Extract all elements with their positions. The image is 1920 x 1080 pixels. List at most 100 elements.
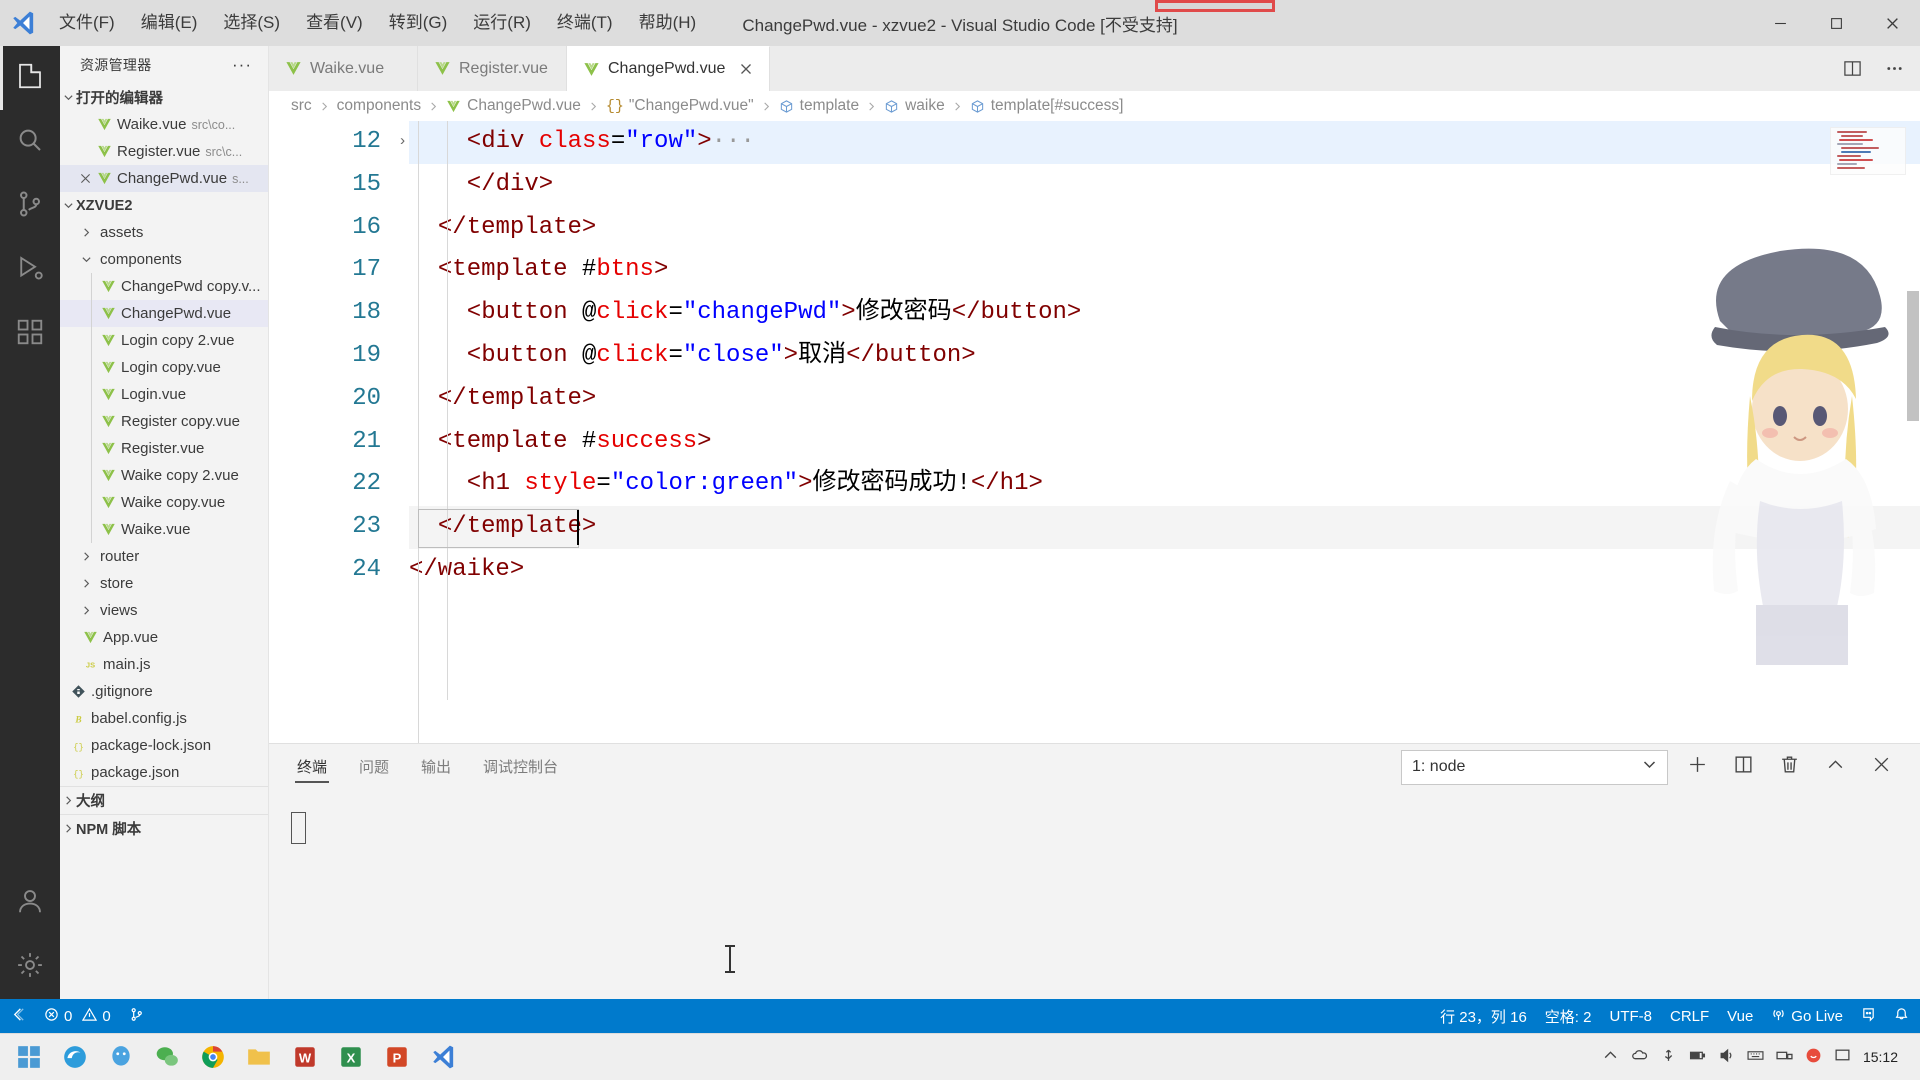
more-actions-icon[interactable] <box>1882 57 1906 81</box>
excel-icon[interactable]: X <box>328 1036 374 1078</box>
tab-changepwd-vue[interactable]: ChangePwd.vue <box>567 46 771 91</box>
activitybar-extensions[interactable] <box>0 302 60 366</box>
status-go-live[interactable]: Go Live <box>1762 999 1852 1033</box>
kill-terminal-button[interactable] <box>1772 750 1806 784</box>
breadcrumb-symbol-waike[interactable]: waike <box>884 97 945 115</box>
folder-icon[interactable] <box>236 1036 282 1078</box>
open-editor-register[interactable]: Register.vue src\c... <box>60 138 268 165</box>
chevron-up-icon[interactable] <box>1602 1047 1619 1068</box>
split-terminal-button[interactable] <box>1726 750 1760 784</box>
tree-item-file[interactable]: Login copy 2.vue <box>60 327 268 354</box>
panel-tab-debug-console[interactable]: 调试控制台 <box>481 752 560 783</box>
sogou-icon[interactable] <box>1805 1047 1822 1068</box>
menu-edit[interactable]: 编辑(E) <box>128 0 211 46</box>
new-terminal-button[interactable] <box>1680 750 1714 784</box>
code-text-area[interactable]: <div class="row">··· </div> </template> <te… <box>389 121 1920 743</box>
word-icon[interactable]: W <box>282 1036 328 1078</box>
tree-item-file[interactable]: Register copy.vue <box>60 408 268 435</box>
tree-item-file[interactable]: Waike copy.vue <box>60 489 268 516</box>
chrome-icon[interactable] <box>190 1036 236 1078</box>
qq-icon[interactable] <box>98 1036 144 1078</box>
usb-icon[interactable] <box>1660 1047 1677 1068</box>
volume-icon[interactable] <box>1718 1047 1735 1068</box>
tree-item-main-js[interactable]: JS main.js <box>60 651 268 678</box>
code-line[interactable]: </template> <box>409 506 1920 549</box>
keyboard-icon[interactable] <box>1747 1047 1764 1068</box>
menu-view[interactable]: 查看(V) <box>293 0 376 46</box>
breadcrumb-src[interactable]: src <box>291 97 312 115</box>
maximize-button[interactable] <box>1808 0 1864 46</box>
breadcrumb-symbol-template[interactable]: template <box>779 97 859 115</box>
tree-item-app-vue[interactable]: App.vue <box>60 624 268 651</box>
activitybar-settings[interactable] <box>0 935 60 999</box>
tree-item-file-changepwd[interactable]: ChangePwd.vue <box>60 300 268 327</box>
code-line[interactable]: <button @click="changePwd">修改密码</button> <box>409 292 1920 335</box>
tab-register-vue[interactable]: Register.vue <box>418 46 567 91</box>
section-npm-scripts[interactable]: NPM 脚本 <box>60 814 268 842</box>
status-notifications[interactable] <box>1885 999 1918 1033</box>
breadcrumb-symbol-root[interactable]: {} "ChangePwd.vue" <box>606 97 754 115</box>
status-eol[interactable]: CRLF <box>1661 999 1718 1033</box>
tree-item-package-lock[interactable]: {} package-lock.json <box>60 732 268 759</box>
tree-item-babel-config[interactable]: B babel.config.js <box>60 705 268 732</box>
open-editor-waike[interactable]: Waike.vue src\co... <box>60 111 268 138</box>
start-icon[interactable] <box>6 1036 52 1078</box>
breadcrumb-components[interactable]: components <box>337 97 421 115</box>
scrollbar-thumb[interactable] <box>1907 291 1919 421</box>
tree-item-assets[interactable]: assets <box>60 219 268 246</box>
close-icon[interactable] <box>737 60 755 78</box>
menu-file[interactable]: 文件(F) <box>46 0 128 46</box>
open-editor-changepwd[interactable]: ChangePwd.vue s... <box>60 165 268 192</box>
code-line[interactable]: </template> <box>409 378 1920 421</box>
code-line[interactable]: <template #btns> <box>409 249 1920 292</box>
tree-item-file[interactable]: ChangePwd copy.v... <box>60 273 268 300</box>
breadcrumb-symbol-success[interactable]: template[#success] <box>970 97 1123 115</box>
tree-item-file[interactable]: Login copy.vue <box>60 354 268 381</box>
status-source-control[interactable] <box>120 999 153 1033</box>
sidebar-more-icon[interactable]: ··· <box>232 55 260 75</box>
activitybar-explorer[interactable] <box>0 46 60 110</box>
section-open-editors[interactable]: 打开的编辑器 <box>60 84 268 111</box>
tree-item-store[interactable]: store <box>60 570 268 597</box>
tree-item-components[interactable]: components <box>60 246 268 273</box>
tree-item-package-json[interactable]: {} package.json <box>60 759 268 786</box>
status-feedback[interactable] <box>1852 999 1885 1033</box>
tree-item-views[interactable]: views <box>60 597 268 624</box>
code-line[interactable]: <h1 style="color:green">修改密码成功!</h1> <box>409 463 1920 506</box>
section-project[interactable]: XZVUE2 <box>60 192 268 219</box>
editor-vertical-scrollbar[interactable] <box>1906 121 1920 743</box>
status-cursor-position[interactable]: 行 23，列 16 <box>1431 999 1536 1033</box>
tree-item-gitignore[interactable]: .gitignore <box>60 678 268 705</box>
close-button[interactable] <box>1864 0 1920 46</box>
activitybar-run-debug[interactable] <box>0 238 60 302</box>
panel-tab-terminal[interactable]: 终端 <box>295 752 330 783</box>
status-remote[interactable] <box>2 999 35 1033</box>
code-editor[interactable]: 12 › 15 16 17 18 19 20 21 22 23 24 <div class="row"… <box>269 121 1920 743</box>
menu-help[interactable]: 帮助(H) <box>626 0 710 46</box>
code-line[interactable]: <div class="row">··· <box>409 121 1920 164</box>
battery-icon[interactable] <box>1689 1047 1706 1068</box>
onedrive-icon[interactable] <box>1631 1047 1648 1068</box>
tab-waike-vue[interactable]: Waike.vue <box>269 46 418 91</box>
terminal-select[interactable]: 1: node <box>1401 749 1668 785</box>
menu-terminal[interactable]: 终端(T) <box>544 0 626 46</box>
section-outline[interactable]: 大纲 <box>60 786 268 814</box>
code-line[interactable]: </template> <box>409 207 1920 250</box>
edge-icon[interactable] <box>52 1036 98 1078</box>
status-language-mode[interactable]: Vue <box>1718 999 1762 1033</box>
minimize-button[interactable] <box>1752 0 1808 46</box>
panel-tab-problems[interactable]: 问题 <box>357 752 391 783</box>
split-editor-icon[interactable] <box>1840 57 1864 81</box>
tree-item-file[interactable]: Waike.vue <box>60 516 268 543</box>
close-icon[interactable] <box>76 173 94 184</box>
status-problems[interactable]: 0 0 <box>35 999 120 1033</box>
close-panel-button[interactable] <box>1864 750 1898 784</box>
menu-selection[interactable]: 选择(S) <box>210 0 293 46</box>
panel-tab-output[interactable]: 输出 <box>419 752 453 783</box>
terminal-output[interactable] <box>269 790 1920 999</box>
network-icon[interactable] <box>1776 1047 1793 1068</box>
status-indentation[interactable]: 空格: 2 <box>1536 999 1601 1033</box>
code-line[interactable]: </div> <box>409 164 1920 207</box>
taskbar-clock[interactable]: 15:12 <box>1863 1049 1904 1065</box>
maximize-panel-button[interactable] <box>1818 750 1852 784</box>
